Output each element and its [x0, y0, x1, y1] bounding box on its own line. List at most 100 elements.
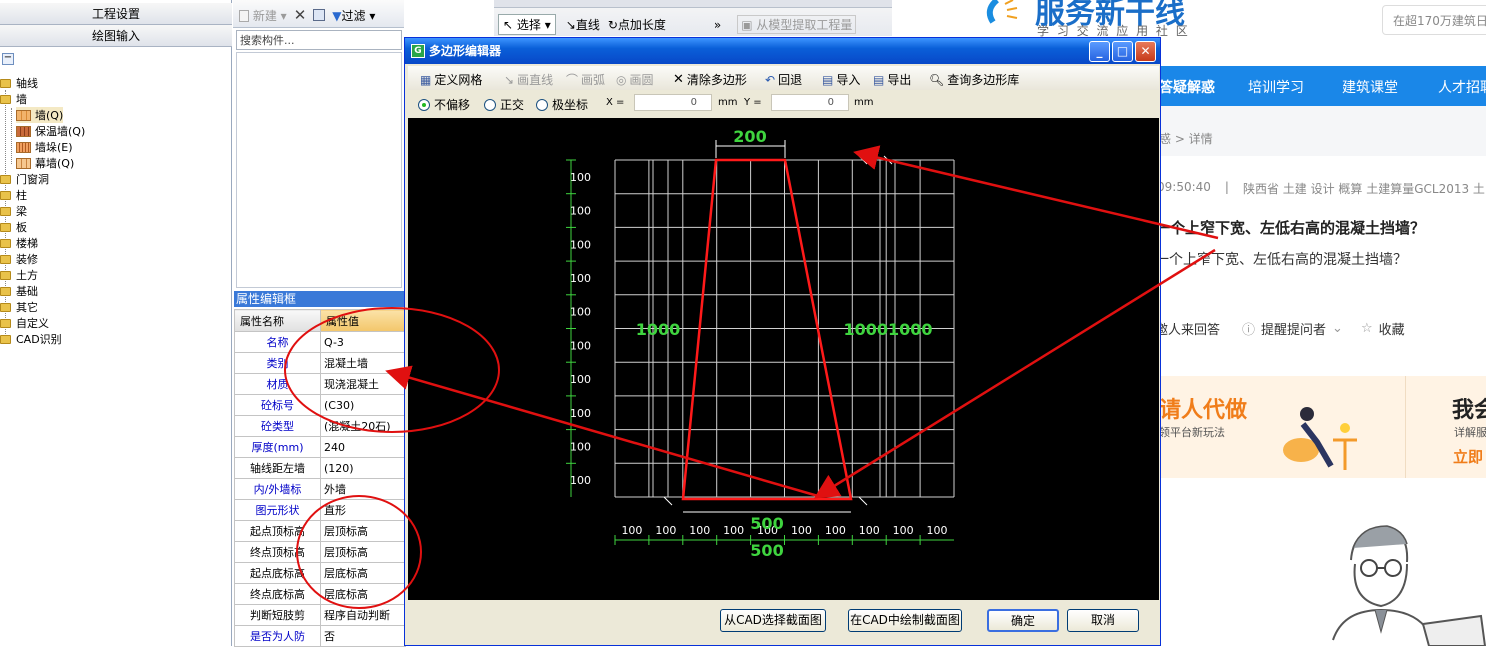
- filter-button[interactable]: ▼过滤 ▾: [332, 7, 375, 24]
- question-title: 一个上窄下宽、左低右高的混凝土挡墙？: [1155, 219, 1426, 237]
- no-offset-radio[interactable]: 不偏移: [418, 96, 470, 113]
- tree-item-foundation[interactable]: 基础: [0, 283, 38, 299]
- table-row[interactable]: 类别 混凝土墙: [234, 352, 406, 374]
- remind-asker-link[interactable]: 提醒提问者: [1261, 319, 1326, 338]
- prop-value[interactable]: 直形: [320, 499, 406, 521]
- maximize-icon[interactable]: □: [1112, 41, 1133, 62]
- orthogonal-radio[interactable]: 正交: [484, 96, 524, 113]
- prop-value[interactable]: 层顶标高: [320, 520, 406, 542]
- table-row[interactable]: 砼标号 (C30): [234, 394, 406, 416]
- prop-value[interactable]: (C30): [320, 394, 406, 416]
- ok-button[interactable]: 确定: [987, 609, 1059, 632]
- table-row[interactable]: 是否为人防否: [234, 625, 406, 647]
- meta-tags[interactable]: 陕西省 土建 设计 概算 土建算量GCL2013 土: [1243, 180, 1485, 197]
- prop-value[interactable]: (120): [320, 457, 406, 479]
- import-button[interactable]: ▤ 导入: [822, 71, 860, 88]
- cancel-button[interactable]: 取消: [1067, 609, 1139, 632]
- delete-icon[interactable]: ✕: [294, 6, 307, 24]
- undo-button[interactable]: ↶ 回退: [765, 71, 802, 88]
- draw-line-button[interactable]: ↘ 画直线: [504, 71, 553, 88]
- tree-item-custom[interactable]: 自定义: [0, 315, 49, 331]
- tree-item-wall-q[interactable]: 墙(Q): [16, 107, 64, 123]
- table-row[interactable]: 图元形状 直形: [234, 499, 406, 521]
- tree-item-door-window[interactable]: 门窗洞: [0, 171, 49, 187]
- minimize-icon[interactable]: _: [1089, 41, 1110, 62]
- nav-item-jobs[interactable]: 人才招聘: [1438, 77, 1486, 97]
- pick-section-from-cad-button[interactable]: 从CAD选择截面图: [720, 609, 826, 632]
- component-list[interactable]: [236, 52, 402, 288]
- nav-item-qa[interactable]: 答疑解惑: [1159, 77, 1215, 97]
- favorite-link[interactable]: 收藏: [1379, 319, 1405, 338]
- new-button[interactable]: 新建 ▾: [239, 7, 287, 24]
- tree-item-curtain-wall[interactable]: 幕墙(Q): [16, 155, 74, 171]
- component-search-input[interactable]: 搜索构件...: [236, 30, 402, 50]
- tree-item-column[interactable]: 柱: [0, 187, 27, 203]
- more-icon[interactable]: »: [714, 18, 721, 32]
- table-row[interactable]: 材质 现浇混凝土: [234, 373, 406, 395]
- search-icon: 🔍︎: [929, 72, 945, 87]
- prop-value[interactable]: 240: [320, 436, 406, 458]
- point-length-button[interactable]: ↻点加长度: [608, 16, 666, 33]
- select-button[interactable]: ↖ 选择 ▾: [498, 14, 556, 35]
- tree-item-wall[interactable]: 墙: [0, 91, 27, 107]
- close-icon[interactable]: ✕: [1135, 41, 1156, 62]
- tree-item-wall-pier[interactable]: 墙垛(E): [16, 139, 73, 155]
- nav-item-classroom[interactable]: 建筑课堂: [1342, 77, 1398, 97]
- corner-marker: [858, 496, 868, 506]
- prop-value[interactable]: 现浇混凝土: [320, 373, 406, 395]
- tree-item-decoration[interactable]: 装修: [0, 251, 38, 267]
- breadcrumb[interactable]: 惑 > 详情: [1159, 130, 1213, 147]
- line-button[interactable]: ↘直线: [566, 16, 600, 33]
- tree-item-cad-recognize[interactable]: CAD识别: [0, 331, 62, 347]
- y-coordinate-input[interactable]: 0: [771, 94, 849, 111]
- query-polygon-library-button[interactable]: 🔍︎ 查询多边形库: [929, 71, 1019, 88]
- prop-value[interactable]: 否: [320, 625, 406, 647]
- copy-icon[interactable]: [313, 9, 326, 21]
- table-row[interactable]: 终点顶标高 层顶标高: [234, 541, 406, 563]
- tree-collapse-icon[interactable]: −: [2, 53, 14, 65]
- table-row[interactable]: 名称 Q-3: [234, 331, 406, 353]
- prop-value[interactable]: 外墙: [320, 478, 406, 500]
- export-button[interactable]: ▤ 导出: [873, 71, 911, 88]
- invite-answer-link[interactable]: 邀人来回答: [1155, 319, 1220, 338]
- polar-radio[interactable]: 极坐标: [536, 96, 588, 113]
- tree-item-beam[interactable]: 梁: [0, 203, 27, 219]
- table-row[interactable]: 起点底标高 层底标高: [234, 562, 406, 584]
- project-settings-button[interactable]: 工程设置: [0, 3, 232, 25]
- draw-section-in-cad-button[interactable]: 在CAD中绘制截面图: [848, 609, 962, 632]
- prop-value[interactable]: 混凝土墙: [320, 352, 406, 374]
- tree-item-earthwork[interactable]: 土方: [0, 267, 38, 283]
- draw-circle-button[interactable]: ◎ 画圆: [616, 71, 654, 88]
- table-row[interactable]: 终点底标高 层底标高: [234, 583, 406, 605]
- table-row[interactable]: 厚度(mm) 240: [234, 436, 406, 458]
- prop-value[interactable]: Q-3: [320, 331, 406, 353]
- prop-value[interactable]: (混凝土20石): [320, 415, 406, 437]
- prop-value[interactable]: 层底标高: [320, 562, 406, 584]
- tree-item-slab[interactable]: 板: [0, 219, 27, 235]
- tree-item-axis[interactable]: 轴线: [0, 75, 38, 91]
- clear-polygon-button[interactable]: ✕ 清除多边形: [673, 71, 747, 88]
- draw-arc-button[interactable]: ⌒ 画弧: [566, 71, 605, 88]
- drawing-input-button[interactable]: 绘图输入: [0, 25, 232, 47]
- polygon-canvas[interactable]: 100 100 100 100 100 100 100 100 100 100 100 100 100 1…: [408, 118, 1159, 600]
- table-row[interactable]: 起点顶标高 层顶标高: [234, 520, 406, 542]
- table-row[interactable]: 砼类型 (混凝土20石): [234, 415, 406, 437]
- table-row[interactable]: 轴线距左墙 (120): [234, 457, 406, 479]
- table-row[interactable]: 判断短肢剪 程序自动判断: [234, 604, 406, 626]
- polygon-drawing[interactable]: 100 100 100 100 100 100 100 100 100 100 100 100 100 1…: [408, 118, 1159, 600]
- table-row[interactable]: 内/外墙标 外墙: [234, 478, 406, 500]
- prop-value[interactable]: 程序自动判断: [320, 604, 406, 626]
- tree-item-insulation-wall[interactable]: 保温墙(Q): [16, 123, 85, 139]
- prop-value[interactable]: 层顶标高: [320, 541, 406, 563]
- prop-value[interactable]: 层底标高: [320, 583, 406, 605]
- define-grid-button[interactable]: ▦ 定义网格: [420, 71, 482, 88]
- extract-quantity-button[interactable]: ▣ 从模型提取工程量: [737, 15, 857, 34]
- banner-right-link[interactable]: 立即: [1453, 446, 1483, 467]
- line-icon: ↘: [565, 18, 576, 32]
- nav-item-training[interactable]: 培训学习: [1248, 77, 1304, 97]
- site-search-input[interactable]: 在超170万建筑日: [1382, 5, 1486, 35]
- tree-item-stair[interactable]: 楼梯: [0, 235, 38, 251]
- tree-item-other[interactable]: 其它: [0, 299, 38, 315]
- x-coordinate-input[interactable]: 0: [634, 94, 712, 111]
- dialog-title[interactable]: 多边形编辑器: [405, 38, 1160, 64]
